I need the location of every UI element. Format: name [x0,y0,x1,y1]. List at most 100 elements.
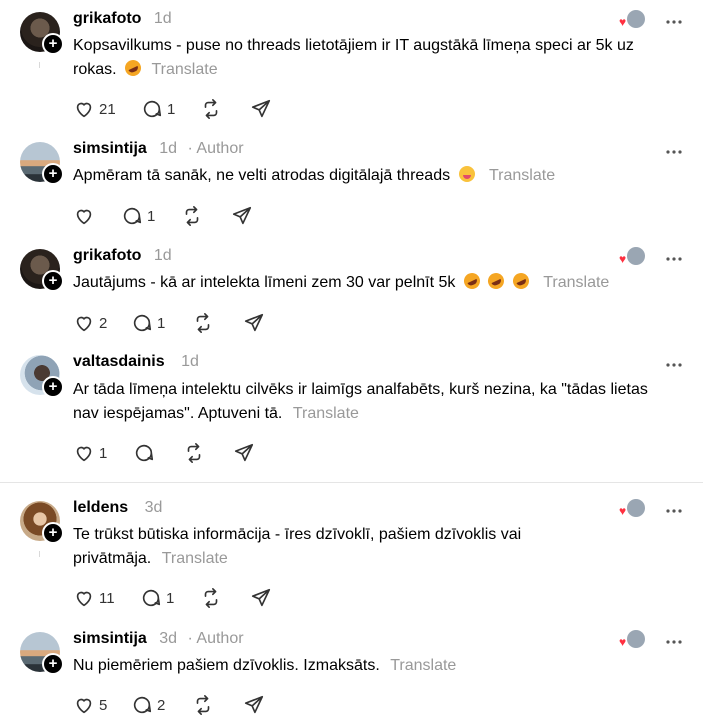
translate-link[interactable]: Translate [151,61,217,78]
more-icon [666,640,682,644]
timestamp[interactable]: 1d [159,140,177,157]
avatar [627,10,645,28]
like-button[interactable]: 1 [73,441,107,465]
share-button[interactable] [250,97,272,121]
username[interactable]: simsintija [73,140,147,157]
liked-by-author-indicator: ♥ [619,10,645,30]
repost-button[interactable] [192,693,214,717]
repost-icon [196,695,210,715]
heart-icon: ♥ [619,15,627,29]
comment-icon [143,100,162,118]
follow-plus-icon[interactable]: + [42,33,64,55]
more-options-button[interactable] [664,503,684,513]
username[interactable]: grikafoto [73,247,141,264]
post-text: Ar tāda līmeņa intelektu cilvēks ir laim… [73,381,648,422]
liked-by-author-indicator: ♥ [619,630,645,650]
more-options-button[interactable] [664,634,684,644]
like-button[interactable]: 5 [73,693,107,717]
author-badge: · Author [187,630,244,647]
timestamp[interactable]: 1d [154,247,172,264]
post-text: Jautājums - kā ar intelekta līmeni zem 3… [73,270,663,295]
reply-button[interactable]: 2 [131,693,165,717]
follow-plus-icon[interactable]: + [42,270,64,292]
translate-link[interactable]: Translate [390,657,456,674]
thread-line [39,551,40,557]
share-button[interactable] [243,693,265,717]
follow-plus-icon[interactable]: + [42,653,64,675]
timestamp[interactable]: 3d [159,630,177,647]
translate-link[interactable]: Translate [543,274,609,291]
reply-count: 1 [166,589,175,607]
more-icon [666,363,682,367]
heart-icon [76,316,92,332]
reply-count: 1 [167,100,176,118]
heart-icon [76,446,92,462]
more-icon [666,509,682,513]
username[interactable]: leldens [73,499,128,516]
username[interactable]: simsintija [73,630,147,647]
follow-plus-icon[interactable]: + [42,376,64,398]
more-icon [666,150,682,154]
zany-face-emoji [458,166,475,182]
reply-button[interactable] [133,441,155,465]
timestamp[interactable]: 3d [145,499,163,516]
repost-icon [204,588,218,608]
more-options-button[interactable] [664,14,684,24]
like-button[interactable] [73,204,95,228]
repost-button[interactable] [200,586,222,610]
share-button[interactable] [243,311,265,335]
share-button[interactable] [233,441,255,465]
like-count: 1 [99,444,108,462]
reply-count: 1 [157,314,166,332]
like-button[interactable]: 11 [73,586,115,610]
reply-button[interactable]: 1 [141,97,175,121]
repost-button[interactable] [200,97,222,121]
rolling-on-floor-laughing-emoji [510,270,532,292]
username[interactable]: grikafoto [73,10,141,27]
rolling-on-floor-laughing-emoji [485,270,507,292]
repost-icon [187,443,201,463]
like-button[interactable]: 21 [73,97,116,121]
send-icon [251,588,271,607]
heart-icon [76,698,92,714]
translate-link[interactable]: Translate [162,550,228,567]
like-count: 11 [99,589,115,607]
reply-button[interactable]: 1 [121,204,155,228]
rolling-on-floor-laughing-emoji [461,270,483,292]
repost-button[interactable] [183,441,205,465]
comment-icon [142,589,161,607]
like-button[interactable]: 2 [73,311,107,335]
username[interactable]: valtasdainis [73,353,165,370]
more-options-button[interactable] [664,251,684,261]
timestamp[interactable]: 1d [154,10,172,27]
repost-button[interactable] [192,311,214,335]
follow-plus-icon[interactable]: + [42,522,64,544]
timestamp[interactable]: 1d [181,353,199,370]
thread-divider [0,482,703,483]
liked-by-author-indicator: ♥ [619,499,645,519]
heart-icon: ♥ [619,504,627,518]
share-button[interactable] [231,204,253,228]
repost-button[interactable] [181,204,203,228]
reply-button[interactable]: 1 [140,586,174,610]
thread-line [39,62,40,68]
more-options-button[interactable] [664,144,684,154]
follow-plus-icon[interactable]: + [42,163,64,185]
reply-button[interactable]: 1 [131,311,165,335]
share-button[interactable] [250,586,272,610]
like-count: 2 [99,314,108,332]
heart-icon: ♥ [619,635,627,649]
comment-icon [135,444,154,462]
more-options-button[interactable] [664,357,684,367]
repost-icon [185,206,199,226]
heart-icon [76,591,92,607]
reply-count: 2 [157,696,166,714]
comment-icon [123,207,142,225]
avatar [627,630,645,648]
translate-link[interactable]: Translate [489,167,555,184]
reply-count: 1 [147,207,156,225]
send-icon [244,313,264,332]
post-text: Te trūkst būtiska informācija - īres dzī… [73,526,522,567]
post-text: Kopsavilkums - puse no threads lietotāji… [73,37,634,79]
translate-link[interactable]: Translate [293,405,359,422]
